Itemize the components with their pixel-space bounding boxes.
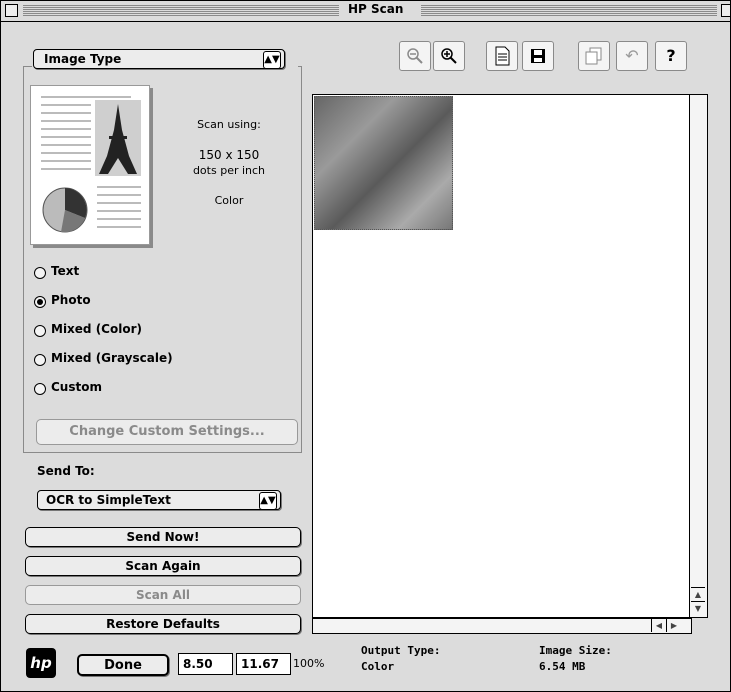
radio-label: Text bbox=[51, 264, 80, 278]
radio-button-selected[interactable] bbox=[34, 296, 46, 308]
thumb-line bbox=[97, 194, 141, 196]
resolution-unit: dots per inch bbox=[192, 164, 266, 177]
image-size-value: 6.54 MB bbox=[539, 660, 586, 673]
scan-all-button[interactable]: Scan All bbox=[25, 585, 301, 605]
image-type-label: Image Type bbox=[44, 52, 122, 66]
zoom-percent: 100% bbox=[293, 657, 325, 670]
width-field[interactable]: 8.50 bbox=[178, 653, 233, 675]
group-border-right bbox=[298, 66, 302, 67]
done-button[interactable]: Done bbox=[77, 654, 169, 676]
thumb-line bbox=[41, 152, 91, 154]
image-type-thumbnail bbox=[30, 85, 150, 245]
radio-button[interactable] bbox=[34, 354, 46, 366]
restore-defaults-button[interactable]: Restore Defaults bbox=[25, 614, 301, 634]
group-border-left bbox=[23, 66, 32, 67]
height-field[interactable]: 11.67 bbox=[236, 653, 291, 675]
thumb-line bbox=[41, 112, 91, 114]
color-mode: Color bbox=[214, 194, 244, 207]
popup-arrows-icon: ▲▼ bbox=[263, 51, 281, 69]
copy-button[interactable] bbox=[578, 41, 610, 71]
radio-label: Mixed (Grayscale) bbox=[51, 351, 173, 365]
radio-label: Mixed (Color) bbox=[51, 322, 142, 336]
save-button[interactable] bbox=[522, 41, 554, 71]
zoom-box[interactable] bbox=[721, 4, 730, 17]
scan-again-button[interactable]: Scan Again bbox=[25, 556, 301, 576]
vertical-scrollbar[interactable]: ▲ ▼ bbox=[690, 94, 708, 618]
zoom-out-icon bbox=[407, 48, 423, 64]
scanned-photo[interactable] bbox=[314, 96, 453, 230]
window-title: HP Scan bbox=[344, 2, 408, 16]
title-stripes-right bbox=[421, 4, 717, 16]
thumb-line bbox=[41, 144, 91, 146]
scan-preview-area[interactable] bbox=[312, 94, 690, 618]
popup-arrows-icon: ▲▼ bbox=[259, 492, 277, 510]
send-to-value: OCR to SimpleText bbox=[46, 493, 171, 507]
thumb-line bbox=[41, 136, 91, 138]
send-now-button[interactable]: Send Now! bbox=[25, 527, 301, 547]
scroll-right-arrow-icon[interactable]: ▶ bbox=[666, 619, 681, 632]
radio-label: Photo bbox=[51, 293, 91, 307]
copy-icon bbox=[585, 47, 602, 65]
scroll-up-arrow-icon[interactable]: ▲ bbox=[691, 587, 705, 601]
scroll-left-arrow-icon[interactable]: ◀ bbox=[651, 619, 666, 632]
send-to-popup[interactable]: OCR to SimpleText ▲▼ bbox=[37, 490, 281, 510]
image-type-popup[interactable]: Image Type ▲▼ bbox=[33, 49, 285, 69]
print-button[interactable] bbox=[486, 41, 518, 71]
undo-icon: ↶ bbox=[625, 46, 639, 65]
radio-button[interactable] bbox=[34, 325, 46, 337]
thumb-line bbox=[97, 218, 141, 220]
scan-using-label: Scan using: bbox=[197, 118, 261, 131]
undo-button[interactable]: ↶ bbox=[616, 41, 648, 71]
thumb-line bbox=[41, 160, 91, 162]
title-stripes-left bbox=[23, 4, 339, 16]
eiffel-tower-icon bbox=[95, 100, 141, 176]
thumb-line bbox=[41, 104, 91, 106]
title-bar[interactable]: HP Scan bbox=[1, 1, 730, 22]
thumb-line bbox=[97, 226, 141, 228]
resolution-value: 150 x 150 bbox=[198, 148, 260, 162]
hp-scan-window: HP Scan Image Type ▲▼ Scan using: 150 x … bbox=[0, 0, 731, 692]
thumb-line bbox=[97, 202, 141, 204]
zoom-in-icon bbox=[441, 48, 457, 64]
thumb-line bbox=[97, 186, 141, 188]
close-box[interactable] bbox=[5, 4, 18, 17]
scroll-down-arrow-icon[interactable]: ▼ bbox=[691, 601, 705, 615]
zoom-in-button[interactable] bbox=[433, 41, 465, 71]
radio-button[interactable] bbox=[34, 267, 46, 279]
print-icon bbox=[495, 46, 510, 66]
thumb-line bbox=[97, 210, 141, 212]
zoom-out-button[interactable] bbox=[399, 41, 431, 71]
save-icon bbox=[531, 49, 545, 63]
output-type-value: Color bbox=[361, 660, 395, 673]
change-custom-settings-button[interactable]: Change Custom Settings... bbox=[36, 419, 298, 445]
help-icon: ? bbox=[666, 46, 676, 65]
radio-button[interactable] bbox=[34, 383, 46, 395]
thumb-line bbox=[41, 128, 91, 130]
thumb-line bbox=[41, 120, 91, 122]
image-size-label: Image Size: bbox=[539, 644, 612, 657]
horizontal-scrollbar[interactable]: ◀ ▶ bbox=[312, 618, 692, 634]
thumb-line bbox=[41, 168, 91, 170]
radio-label: Custom bbox=[51, 380, 102, 394]
output-type-label: Output Type: bbox=[361, 644, 441, 657]
thumb-line bbox=[41, 96, 131, 98]
send-to-label: Send To: bbox=[37, 464, 95, 478]
help-button[interactable]: ? bbox=[655, 41, 687, 71]
pie-chart-icon bbox=[42, 187, 88, 233]
hp-logo-icon: hp bbox=[26, 648, 56, 678]
